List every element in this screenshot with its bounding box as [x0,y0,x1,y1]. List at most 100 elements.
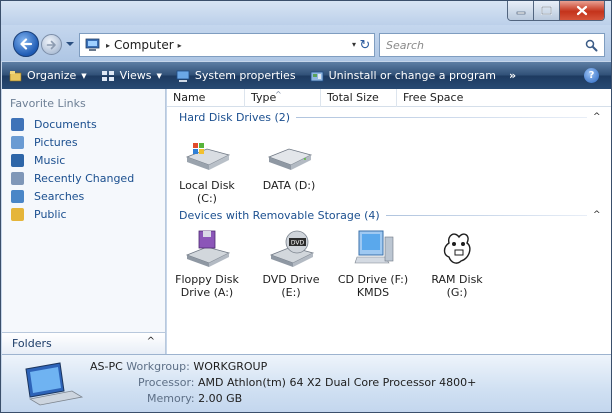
memory-value: 2.00 GB [198,392,243,405]
address-bar[interactable]: ▸ Computer ▸ ▾ [79,33,375,57]
dvd-badge-label: DVD [291,240,305,247]
sidebar-item-label: Recently Changed [34,171,135,185]
ram-disk-icon [443,233,471,264]
details-row-name: AS-PC Workgroup: WORKGROUP [90,360,267,373]
explorer-window: ▸ Computer ▸ ▾ ↻ Organize ▼ Views ▼ Syst… [0,0,612,413]
hard-drive-icon [267,148,313,170]
sidebar-item-documents[interactable]: Documents [2,115,165,133]
column-name[interactable]: Name [167,89,245,107]
column-free-space[interactable]: Free Space [397,89,611,107]
memory-label: Memory: [147,392,195,405]
system-properties-button[interactable]: System properties [169,62,303,89]
documents-icon [11,117,24,131]
workgroup-label: Workgroup: [126,360,190,373]
recent-pages-icon[interactable] [65,38,75,50]
pictures-icon [11,135,24,149]
address-trail-arrow[interactable]: ▸ [178,41,182,50]
minimize-button[interactable] [508,1,534,20]
sidebar-item-public[interactable]: Public [2,205,165,223]
command-bar: Organize ▼ Views ▼ System properties Uni… [2,62,611,89]
group-divider [296,116,587,118]
drive-label-line1: DATA (D:) [262,179,316,192]
group-collapse-icon[interactable]: ^ [593,210,611,220]
address-location[interactable]: Computer [114,38,174,52]
uninstall-button[interactable]: Uninstall or change a program [303,62,503,89]
forward-button[interactable] [41,34,62,55]
drive-label-line2: Drive (A:) [180,286,234,299]
sort-indicator-icon: ^ [275,90,282,99]
minimize-icon [516,11,525,14]
drive-label-line1: CD Drive (F:) [337,273,409,286]
system-properties-label: System properties [194,69,296,82]
search-input[interactable] [380,38,575,52]
caption-buttons [507,1,605,21]
pc-name: AS-PC [90,360,123,373]
close-icon [576,5,588,16]
group-title: Devices with Removable Storage (4) [179,208,380,222]
address-separator[interactable]: ▸ [106,41,110,50]
views-label: Views [119,69,152,82]
drive-cd-f[interactable]: CD Drive (F:) KMDS [333,229,413,299]
organize-caret-icon: ▼ [81,71,87,80]
organize-icon [9,70,22,81]
uninstall-icon [310,71,323,81]
drive-floppy-a[interactable]: Floppy Disk Drive (A:) [167,229,247,299]
organize-button[interactable]: Organize ▼ [2,62,94,89]
drive-data-d[interactable]: DATA (D:) [249,135,329,192]
title-bar[interactable] [1,1,611,25]
details-pane: AS-PC Workgroup: WORKGROUP Processor: AM… [2,354,611,412]
close-button[interactable] [560,1,604,20]
more-commands-button[interactable]: » [503,62,522,89]
computer-icon [85,38,100,51]
sidebar-item-label: Pictures [34,135,78,149]
dvd-drive-icon: DVD [269,230,315,267]
column-type[interactable]: Type ^ [245,89,321,107]
group-collapse-icon[interactable]: ^ [593,112,611,122]
sidebar-item-music[interactable]: Music [2,151,165,169]
file-list: Name Type ^ Total Size Free Space Hard D… [167,89,611,354]
system-properties-icon [176,70,190,82]
drive-local-disk-c[interactable]: Local Disk (C:) [167,135,247,205]
computer-icon [25,362,84,406]
sidebar-item-label: Public [34,207,67,221]
help-icon[interactable]: ? [584,68,599,83]
column-type-label: Type [251,91,277,104]
navigation-pane: Favorite Links Documents Pictures Music … [2,89,166,354]
sidebar-item-label: Music [34,153,66,167]
details-row-memory: Memory: 2.00 GB [147,392,242,405]
navigation-row: ▸ Computer ▸ ▾ ↻ [1,25,611,61]
floppy-drive-icon [185,230,231,267]
column-headers: Name Type ^ Total Size Free Space [167,89,611,107]
sidebar-item-pictures[interactable]: Pictures [2,133,165,151]
group-hard-disk-drives[interactable]: Hard Disk Drives (2) ^ [167,109,611,125]
cd-drive-computer-icon [354,230,394,264]
drive-dvd-e[interactable]: DVD DVD Drive (E:) [251,229,331,299]
drive-ram-g[interactable]: RAM Disk (G:) [417,229,497,299]
maximize-button[interactable] [534,1,560,20]
back-button[interactable] [13,31,39,57]
sidebar-item-searches[interactable]: Searches [2,187,165,205]
drive-label-line1: Floppy Disk [175,273,239,286]
sidebar-item-recently-changed[interactable]: Recently Changed [2,169,165,187]
drive-label-line2: KMDS [356,286,390,299]
favorite-links-heading: Favorite Links [10,97,86,110]
column-total-size[interactable]: Total Size [321,89,397,107]
search-box[interactable] [379,33,605,57]
group-title: Hard Disk Drives (2) [179,110,291,124]
details-row-processor: Processor: AMD Athlon(tm) 64 X2 Dual Cor… [138,376,476,389]
forward-arrow-icon [46,40,56,49]
uninstall-label: Uninstall or change a program [328,69,496,82]
views-button[interactable]: Views ▼ [94,62,169,89]
views-caret-icon: ▼ [156,71,162,80]
windows-drive-icon [185,143,231,170]
search-icon[interactable] [585,39,598,52]
maximize-icon [541,6,552,15]
refresh-button[interactable]: ↻ [353,33,377,57]
group-removable-storage[interactable]: Devices with Removable Storage (4) ^ [167,207,611,223]
group-divider [385,214,587,216]
workgroup-value: WORKGROUP [193,360,268,373]
folders-toggle[interactable]: Folders ^ [2,332,165,354]
folders-label: Folders [12,337,52,350]
recent-icon [11,171,24,185]
drive-label-line1: RAM Disk [431,273,483,286]
